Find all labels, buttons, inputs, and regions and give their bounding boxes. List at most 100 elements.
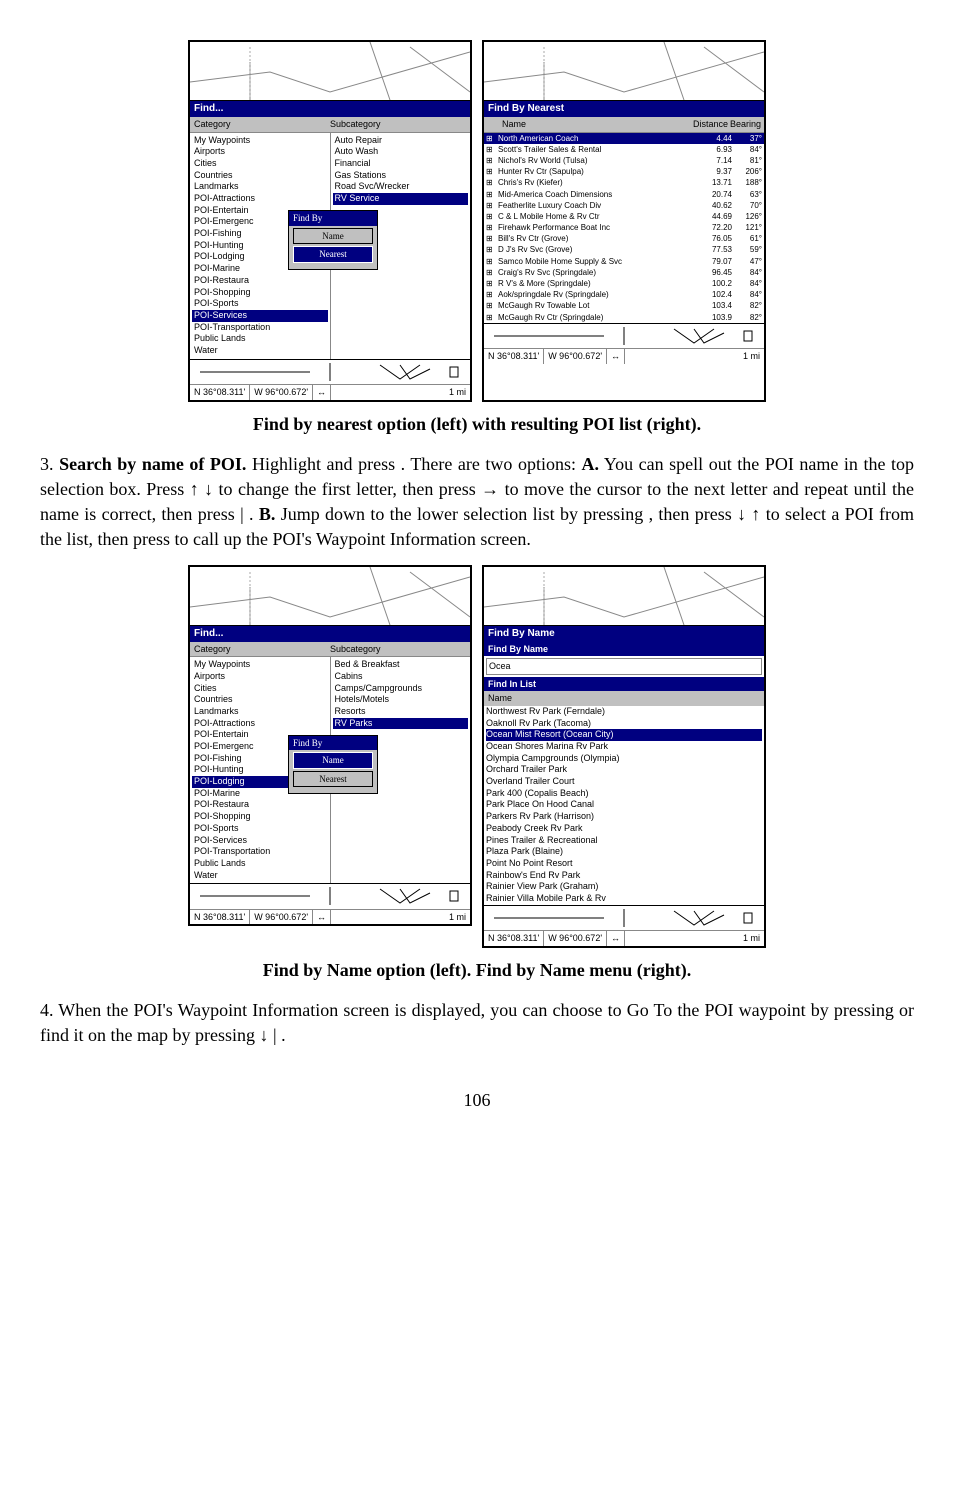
- list-item[interactable]: POI-Shopping: [192, 287, 328, 299]
- list-item[interactable]: Hotels/Motels: [333, 694, 469, 706]
- list-item[interactable]: POI-Restaura: [192, 275, 328, 287]
- poi-row[interactable]: ⊞Mid-America Coach Dimensions20.7463°: [484, 189, 764, 200]
- poi-row[interactable]: ⊞McGaugh Rv Towable Lot103.482°: [484, 300, 764, 311]
- scale: 1 mi: [445, 910, 470, 925]
- list-item[interactable]: POI-Restaura: [192, 799, 328, 811]
- list-item[interactable]: Road Svc/Wrecker: [333, 181, 469, 193]
- poi-row[interactable]: ⊞Nichol's Rv World (Tulsa)7.1481°: [484, 155, 764, 166]
- list-item[interactable]: Gas Stations: [333, 170, 469, 182]
- list-item[interactable]: Public Lands: [192, 333, 328, 345]
- poi-row[interactable]: ⊞Scott's Trailer Sales & Rental6.9384°: [484, 144, 764, 155]
- list-item[interactable]: Water: [192, 345, 328, 357]
- list-item[interactable]: My Waypoints: [192, 659, 328, 671]
- list-item[interactable]: POI-Transportation: [192, 846, 328, 858]
- list-item[interactable]: Rainbow's End Rv Park: [486, 870, 762, 882]
- poi-list[interactable]: ⊞North American Coach4.4437°⊞Scott's Tra…: [484, 133, 764, 323]
- list-item[interactable]: RV Parks: [333, 718, 469, 730]
- list-item[interactable]: Park Place On Hood Canal: [486, 799, 762, 811]
- name-button[interactable]: Name: [293, 752, 373, 769]
- list-item[interactable]: Rainier View Park (Graham): [486, 881, 762, 893]
- poi-row[interactable]: ⊞Chris's Rv (Kiefer)13.71188°: [484, 177, 764, 188]
- list-item[interactable]: POI-Services: [192, 835, 328, 847]
- list-item[interactable]: Bed & Breakfast: [333, 659, 469, 671]
- poi-row[interactable]: ⊞D J's Rv Svc (Grove)77.5359°: [484, 244, 764, 255]
- poi-row[interactable]: ⊞Firehawk Performance Boat Inc72.20121°: [484, 222, 764, 233]
- nearest-button[interactable]: Nearest: [293, 771, 373, 788]
- list-item[interactable]: POI-Attractions: [192, 718, 328, 730]
- list-item[interactable]: Cities: [192, 158, 328, 170]
- list-item[interactable]: Northwest Rv Park (Ferndale): [486, 706, 762, 718]
- list-item[interactable]: Olympia Campgrounds (Olympia): [486, 753, 762, 765]
- list-item[interactable]: Countries: [192, 170, 328, 182]
- list-item[interactable]: Ocean Shores Marina Rv Park: [486, 741, 762, 753]
- poi-row[interactable]: ⊞McGaugh Rv Ctr (Springdale)103.982°: [484, 312, 764, 323]
- find-by-popup: Find By Name Nearest: [288, 210, 378, 270]
- list-item[interactable]: My Waypoints: [192, 135, 328, 147]
- list-item[interactable]: Orchard Trailer Park: [486, 764, 762, 776]
- list-item[interactable]: Airports: [192, 671, 328, 683]
- poi-distance: 9.37: [697, 166, 732, 177]
- rv-icon: ⊞: [486, 189, 498, 200]
- poi-row[interactable]: ⊞Samco Mobile Home Supply & Svc79.0747°: [484, 256, 764, 267]
- coord-w: W 96°00.672': [250, 385, 313, 400]
- poi-bearing: 81°: [732, 155, 762, 166]
- list-item[interactable]: Pines Trailer & Recreational: [486, 835, 762, 847]
- coord-n: N 36°08.311': [484, 349, 544, 364]
- list-item[interactable]: POI-Transportation: [192, 322, 328, 334]
- list-item[interactable]: Cabins: [333, 671, 469, 683]
- rv-icon: ⊞: [486, 244, 498, 255]
- poi-distance: 102.4: [697, 289, 732, 300]
- list-item[interactable]: Peabody Creek Rv Park: [486, 823, 762, 835]
- list-item[interactable]: Cities: [192, 683, 328, 695]
- list-item[interactable]: POI-Shopping: [192, 811, 328, 823]
- list-item[interactable]: POI-Services: [192, 310, 328, 322]
- list-item[interactable]: Financial: [333, 158, 469, 170]
- nearest-button[interactable]: Nearest: [293, 246, 373, 263]
- list-item[interactable]: RV Service: [333, 193, 469, 205]
- poi-bearing: 84°: [732, 144, 762, 155]
- rv-icon: ⊞: [486, 133, 498, 144]
- section-find-in-list: Find In List: [484, 677, 764, 692]
- list-item[interactable]: Parkers Rv Park (Harrison): [486, 811, 762, 823]
- poi-row[interactable]: ⊞Featherlite Luxury Coach Div40.6270°: [484, 200, 764, 211]
- poi-row[interactable]: ⊞Craig's Rv Svc (Springdale)96.4584°: [484, 267, 764, 278]
- list-item[interactable]: Auto Repair: [333, 135, 469, 147]
- poi-row[interactable]: ⊞North American Coach4.4437°: [484, 133, 764, 144]
- find-by-popup: Find By Name Nearest: [288, 735, 378, 795]
- list-item[interactable]: Point No Point Resort: [486, 858, 762, 870]
- list-item[interactable]: Oaknoll Rv Park (Tacoma): [486, 718, 762, 730]
- poi-bearing: 82°: [732, 300, 762, 311]
- list-item[interactable]: Countries: [192, 694, 328, 706]
- poi-name: Aok/springdale Rv (Springdale): [498, 289, 697, 300]
- list-item[interactable]: Landmarks: [192, 706, 328, 718]
- poi-row[interactable]: ⊞Bill's Rv Ctr (Grove)76.0561°: [484, 233, 764, 244]
- poi-distance: 96.45: [697, 267, 732, 278]
- poi-row[interactable]: ⊞Hunter Rv Ctr (Sapulpa)9.37206°: [484, 166, 764, 177]
- poi-row[interactable]: ⊞Aok/springdale Rv (Springdale)102.484°: [484, 289, 764, 300]
- poi-row[interactable]: ⊞C & L Mobile Home & Rv Ctr44.69126°: [484, 211, 764, 222]
- rv-icon: ⊞: [486, 278, 498, 289]
- list-item[interactable]: Resorts: [333, 706, 469, 718]
- list-item[interactable]: Ocean Mist Resort (Ocean City): [486, 729, 762, 741]
- list-item[interactable]: Water: [192, 870, 328, 882]
- list-item[interactable]: Camps/Campgrounds: [333, 683, 469, 695]
- list-item[interactable]: POI-Sports: [192, 823, 328, 835]
- list-item[interactable]: Park 400 (Copalis Beach): [486, 788, 762, 800]
- name-input[interactable]: Ocea: [486, 658, 762, 675]
- name-button[interactable]: Name: [293, 228, 373, 245]
- paragraph-1: 3. Search by name of POI. Highlight and …: [40, 452, 914, 553]
- rv-icon: ⊞: [486, 233, 498, 244]
- list-item[interactable]: Rainier Villa Mobile Park & Rv: [486, 893, 762, 905]
- list-item[interactable]: Overland Trailer Court: [486, 776, 762, 788]
- list-item[interactable]: POI-Sports: [192, 298, 328, 310]
- result-list[interactable]: Northwest Rv Park (Ferndale)Oaknoll Rv P…: [484, 706, 764, 905]
- list-item[interactable]: Airports: [192, 146, 328, 158]
- list-item[interactable]: Landmarks: [192, 181, 328, 193]
- poi-row[interactable]: ⊞R V's & More (Springdale)100.284°: [484, 278, 764, 289]
- poi-bearing: 206°: [732, 166, 762, 177]
- list-item[interactable]: Plaza Park (Blaine): [486, 846, 762, 858]
- list-item[interactable]: POI-Attractions: [192, 193, 328, 205]
- rv-icon: ⊞: [486, 222, 498, 233]
- list-item[interactable]: Public Lands: [192, 858, 328, 870]
- list-item[interactable]: Auto Wash: [333, 146, 469, 158]
